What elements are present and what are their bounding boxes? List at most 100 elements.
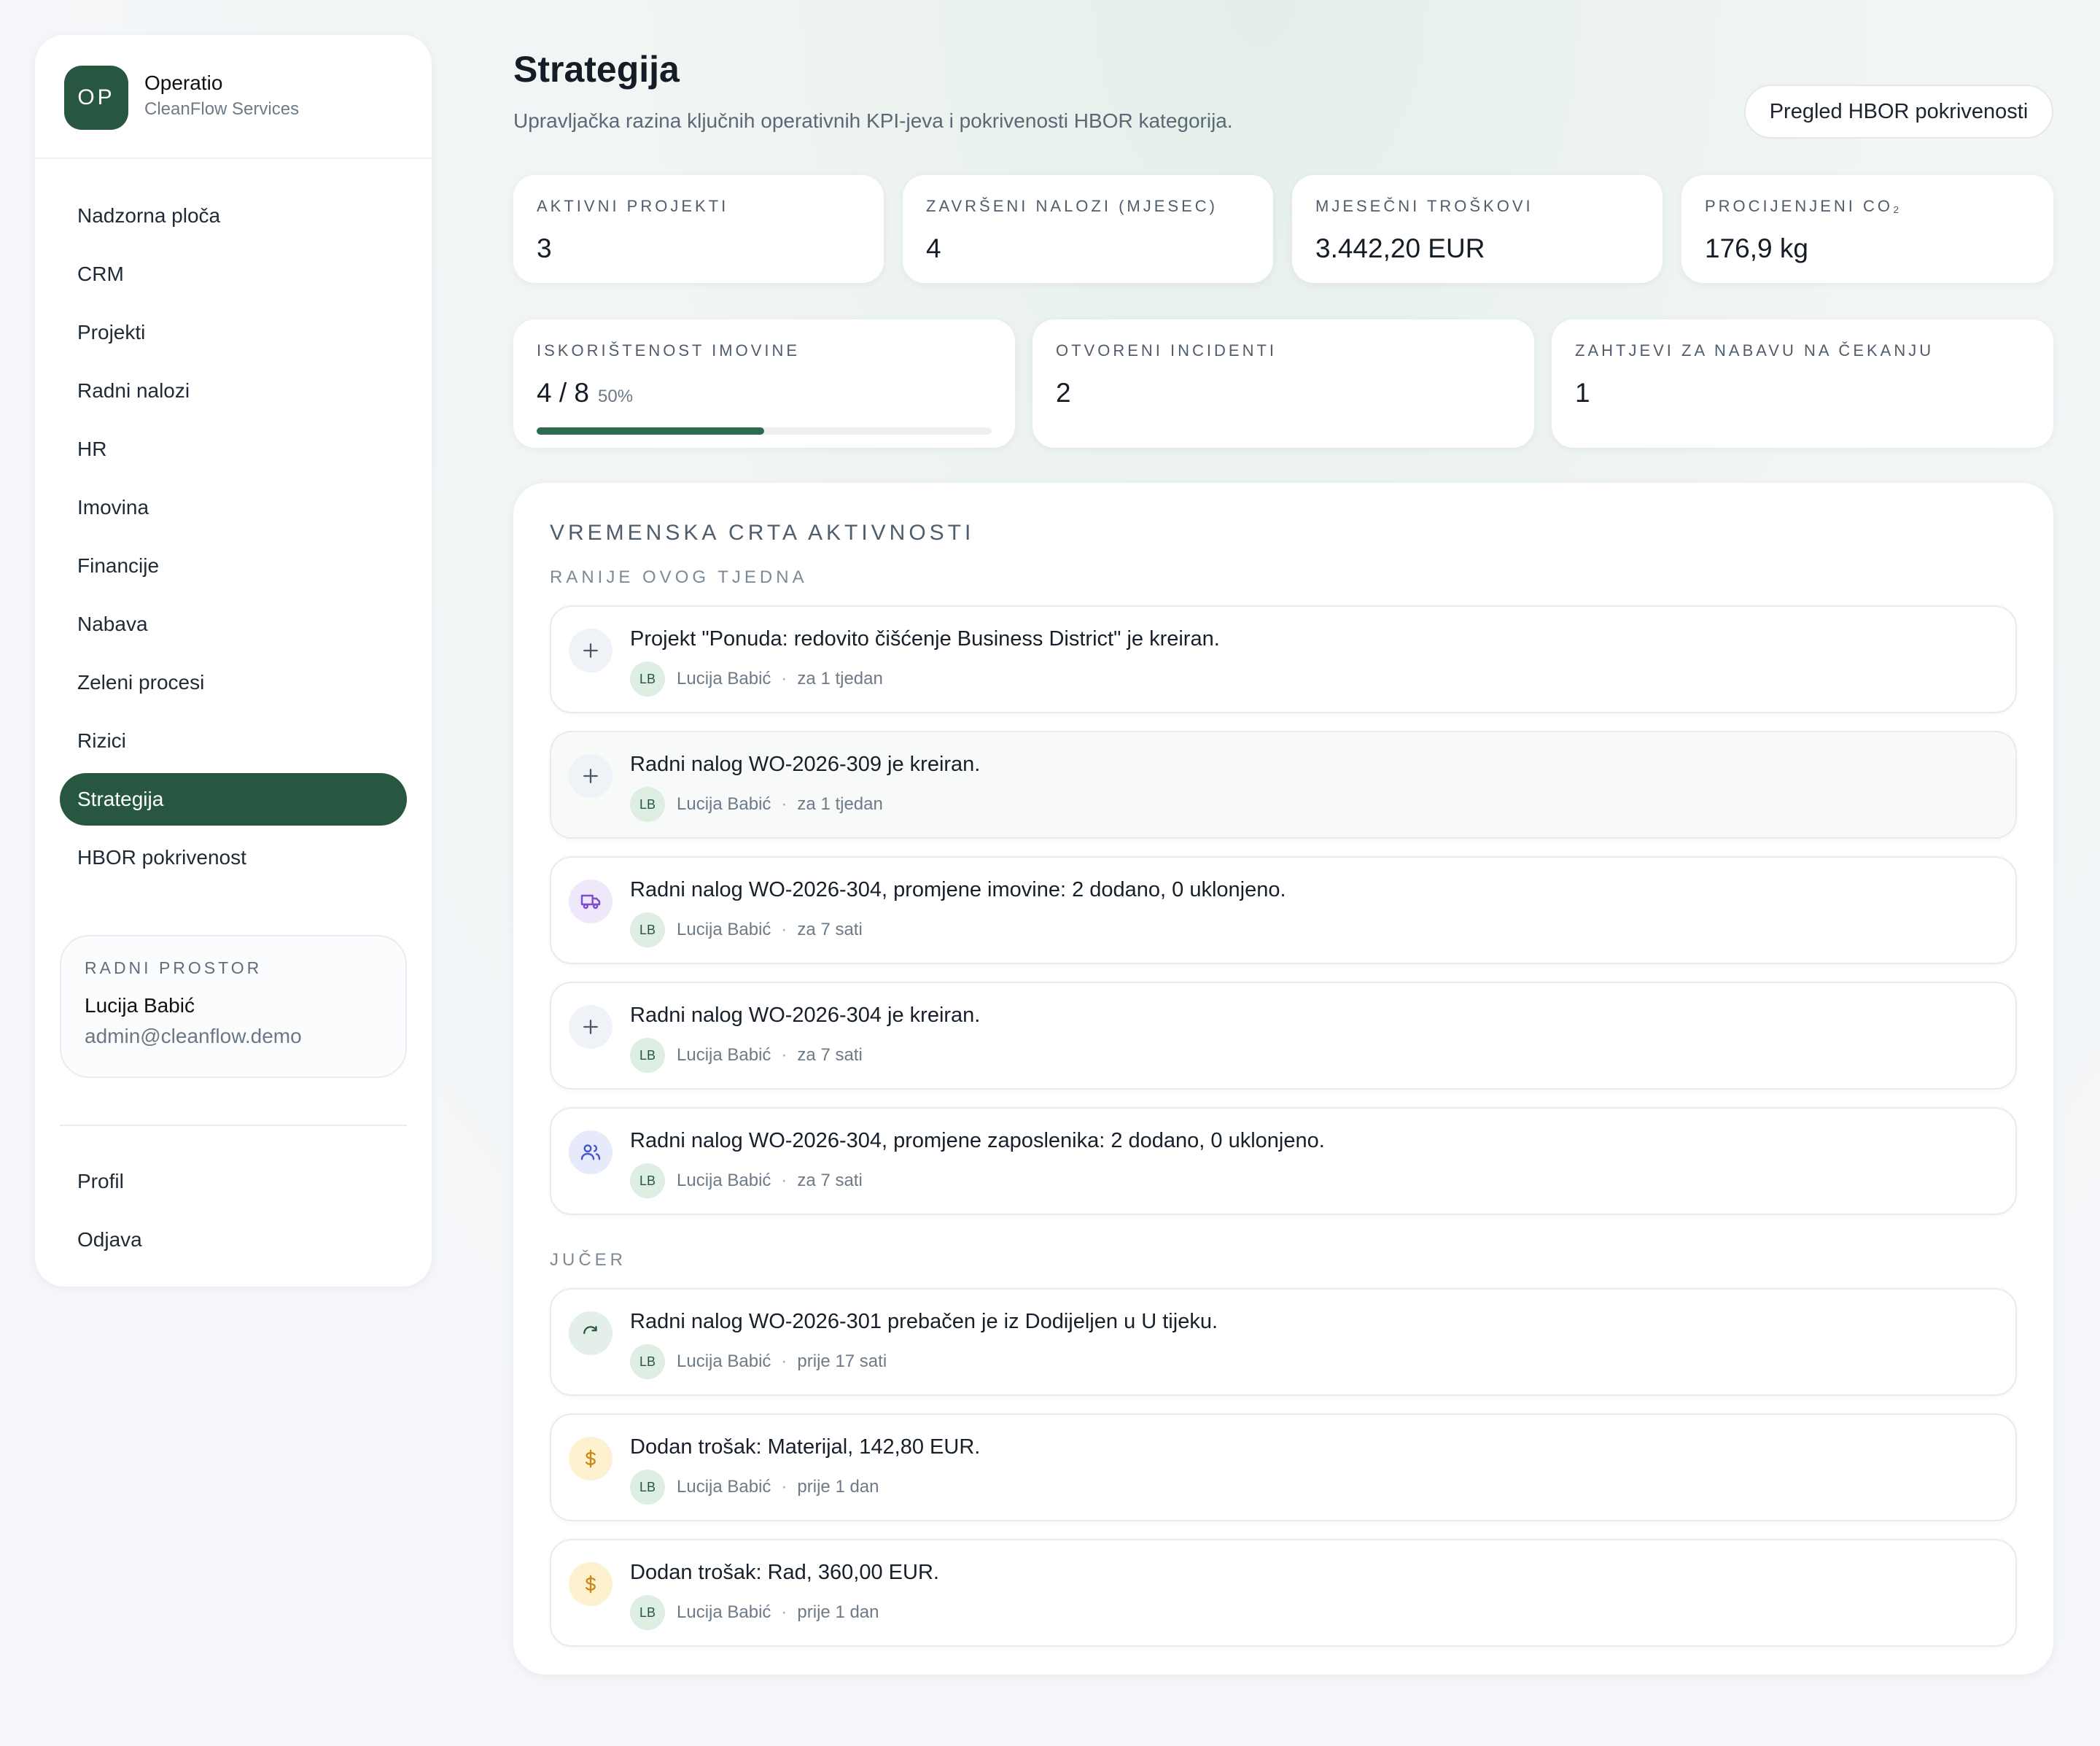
timeline-event: Radni nalog WO-2026-301 prebačen je iz D… <box>550 1288 2017 1396</box>
progress-bar-fill <box>537 427 764 435</box>
nav-item-odjava[interactable]: Odjava <box>60 1214 407 1266</box>
avatar: LB <box>630 1595 665 1630</box>
event-time: za 1 tjedan <box>797 794 883 814</box>
dollar-icon <box>569 1562 612 1606</box>
workspace-card: RADNI PROSTOR Lucija Babić admin@cleanfl… <box>60 935 407 1078</box>
kpi-card-pending-procurement: ZAHTJEVI ZA NABAVU NA ČEKANJU 1 <box>1552 319 2053 448</box>
people-icon <box>569 1130 612 1174</box>
nav-item-profil[interactable]: Profil <box>60 1155 407 1208</box>
kpi-card-monthly-costs: MJESEČNI TROŠKOVI 3.442,20 EUR <box>1292 175 1662 283</box>
kpi-card-asset-utilization: ISKORIŠTENOST IMOVINE 4 / 8 50% <box>513 319 1015 448</box>
hbor-coverage-button[interactable]: Pregled HBOR pokrivenosti <box>1744 85 2053 139</box>
timeline-event: Radni nalog WO-2026-309 je kreiran. LB L… <box>550 731 2017 839</box>
plus-icon <box>569 629 612 672</box>
avatar: LB <box>630 661 665 697</box>
account-nav: Profil Odjava <box>35 1126 432 1266</box>
avatar: LB <box>630 1163 665 1198</box>
event-author: Lucija Babić <box>677 1477 771 1497</box>
avatar: LB <box>630 1344 665 1379</box>
nav-item-strategija[interactable]: Strategija <box>60 773 407 826</box>
kpi-value: 4 <box>926 233 941 263</box>
page-title: Strategija <box>513 49 680 90</box>
nav-item-radni-nalozi[interactable]: Radni nalozi <box>60 365 407 417</box>
timeline-event: Dodan trošak: Materijal, 142,80 EUR. LB … <box>550 1413 2017 1521</box>
nav-item-rizici[interactable]: Rizici <box>60 715 407 767</box>
brand-logo: OP <box>64 66 128 130</box>
nav-item-crm[interactable]: CRM <box>60 248 407 300</box>
kpi-percent: 50% <box>598 387 634 406</box>
event-text: Dodan trošak: Rad, 360,00 EUR. <box>630 1561 939 1584</box>
avatar: LB <box>630 1038 665 1073</box>
brand-name: Operatio <box>144 71 223 94</box>
event-text: Radni nalog WO-2026-304, promjene imovin… <box>630 878 1286 901</box>
kpi-label: OTVORENI INCIDENTI <box>1056 341 1278 360</box>
event-author: Lucija Babić <box>677 920 771 939</box>
kpi-card-open-incidents: OTVORENI INCIDENTI 2 <box>1032 319 1534 448</box>
plus-icon <box>569 1005 612 1049</box>
page-subtitle: Upravljačka razina ključnih operativnih … <box>513 109 1233 132</box>
timeline-group-label: JUČER <box>550 1250 627 1270</box>
kpi-label: ZAVRŠENI NALOZI (MJESEC) <box>926 197 1218 215</box>
nav-item-financije[interactable]: Financije <box>60 540 407 592</box>
event-text: Radni nalog WO-2026-304 je kreiran. <box>630 1004 981 1027</box>
event-author: Lucija Babić <box>677 1045 771 1065</box>
nav-item-nadzorna-ploca[interactable]: Nadzorna ploča <box>60 190 407 242</box>
separator-dot: · <box>781 1477 788 1497</box>
nav-item-imovina[interactable]: Imovina <box>60 481 407 534</box>
plus-icon <box>569 754 612 798</box>
timeline-event: Radni nalog WO-2026-304 je kreiran. LB L… <box>550 982 2017 1090</box>
truck-icon <box>569 880 612 923</box>
nav-item-projekti[interactable]: Projekti <box>60 306 407 359</box>
kpi-card-active-projects: AKTIVNI PROJEKTI 3 <box>513 175 884 283</box>
timeline-title: VREMENSKA CRTA AKTIVNOSTI <box>550 521 975 545</box>
kpi-value: 4 / 8 50% <box>537 378 992 408</box>
event-author: Lucija Babić <box>677 1351 771 1371</box>
dollar-icon <box>569 1437 612 1481</box>
kpi-label: PROCIJENJENI CO₂ <box>1705 197 1902 215</box>
main-nav: Nadzorna ploča CRM Projekti Radni nalozi… <box>35 159 432 884</box>
kpi-card-co2: PROCIJENJENI CO₂ 176,9 kg <box>1681 175 2053 283</box>
timeline-event: Radni nalog WO-2026-304, promjene imovin… <box>550 856 2017 964</box>
kpi-label: ZAHTJEVI ZA NABAVU NA ČEKANJU <box>1575 341 1934 360</box>
event-time: za 1 tjedan <box>797 669 883 688</box>
event-author: Lucija Babić <box>677 1602 771 1622</box>
avatar: LB <box>630 912 665 947</box>
event-time: prije 17 sati <box>797 1351 887 1371</box>
kpi-value: 1 <box>1575 378 1590 408</box>
nav-item-nabava[interactable]: Nabava <box>60 598 407 651</box>
event-time: za 7 sati <box>797 920 863 939</box>
event-text: Radni nalog WO-2026-301 prebačen je iz D… <box>630 1310 1218 1333</box>
nav-item-zeleni-procesi[interactable]: Zeleni procesi <box>60 656 407 709</box>
timeline-event: Projekt "Ponuda: redovito čišćenje Busin… <box>550 605 2017 713</box>
event-time: prije 1 dan <box>797 1477 879 1497</box>
nav-item-hbor-pokrivenost[interactable]: HBOR pokrivenost <box>60 831 407 884</box>
kpi-label: MJESEČNI TROŠKOVI <box>1315 197 1533 215</box>
kpi-label: AKTIVNI PROJEKTI <box>537 197 729 215</box>
separator-dot: · <box>781 1045 788 1065</box>
event-text: Projekt "Ponuda: redovito čišćenje Busin… <box>630 627 1220 651</box>
avatar: LB <box>630 1470 665 1505</box>
avatar: LB <box>630 787 665 822</box>
progress-bar <box>537 427 992 435</box>
event-time: prije 1 dan <box>797 1602 879 1622</box>
event-time: za 7 sati <box>797 1045 863 1065</box>
brand-subtitle: CleanFlow Services <box>144 99 300 119</box>
nav-item-hr[interactable]: HR <box>60 423 407 476</box>
kpi-card-completed-orders: ZAVRŠENI NALOZI (MJESEC) 4 <box>903 175 1273 283</box>
kpi-value: 2 <box>1056 378 1071 408</box>
kpi-value: 176,9 kg <box>1705 233 1808 263</box>
kpi-value: 3.442,20 EUR <box>1315 233 1485 263</box>
separator-dot: · <box>781 1602 788 1622</box>
separator-dot: · <box>781 1171 788 1190</box>
event-author: Lucija Babić <box>677 794 771 814</box>
event-text: Radni nalog WO-2026-309 je kreiran. <box>630 753 981 776</box>
separator-dot: · <box>781 920 788 939</box>
refresh-icon <box>569 1311 612 1355</box>
brand: OP Operatio CleanFlow Services <box>35 35 432 159</box>
timeline-event: Radni nalog WO-2026-304, promjene zaposl… <box>550 1107 2017 1215</box>
workspace-user-name: Lucija Babić <box>85 994 195 1017</box>
kpi-value-text: 4 / 8 <box>537 378 589 408</box>
separator-dot: · <box>781 669 788 688</box>
event-time: za 7 sati <box>797 1171 863 1190</box>
workspace-title: RADNI PROSTOR <box>85 958 262 977</box>
